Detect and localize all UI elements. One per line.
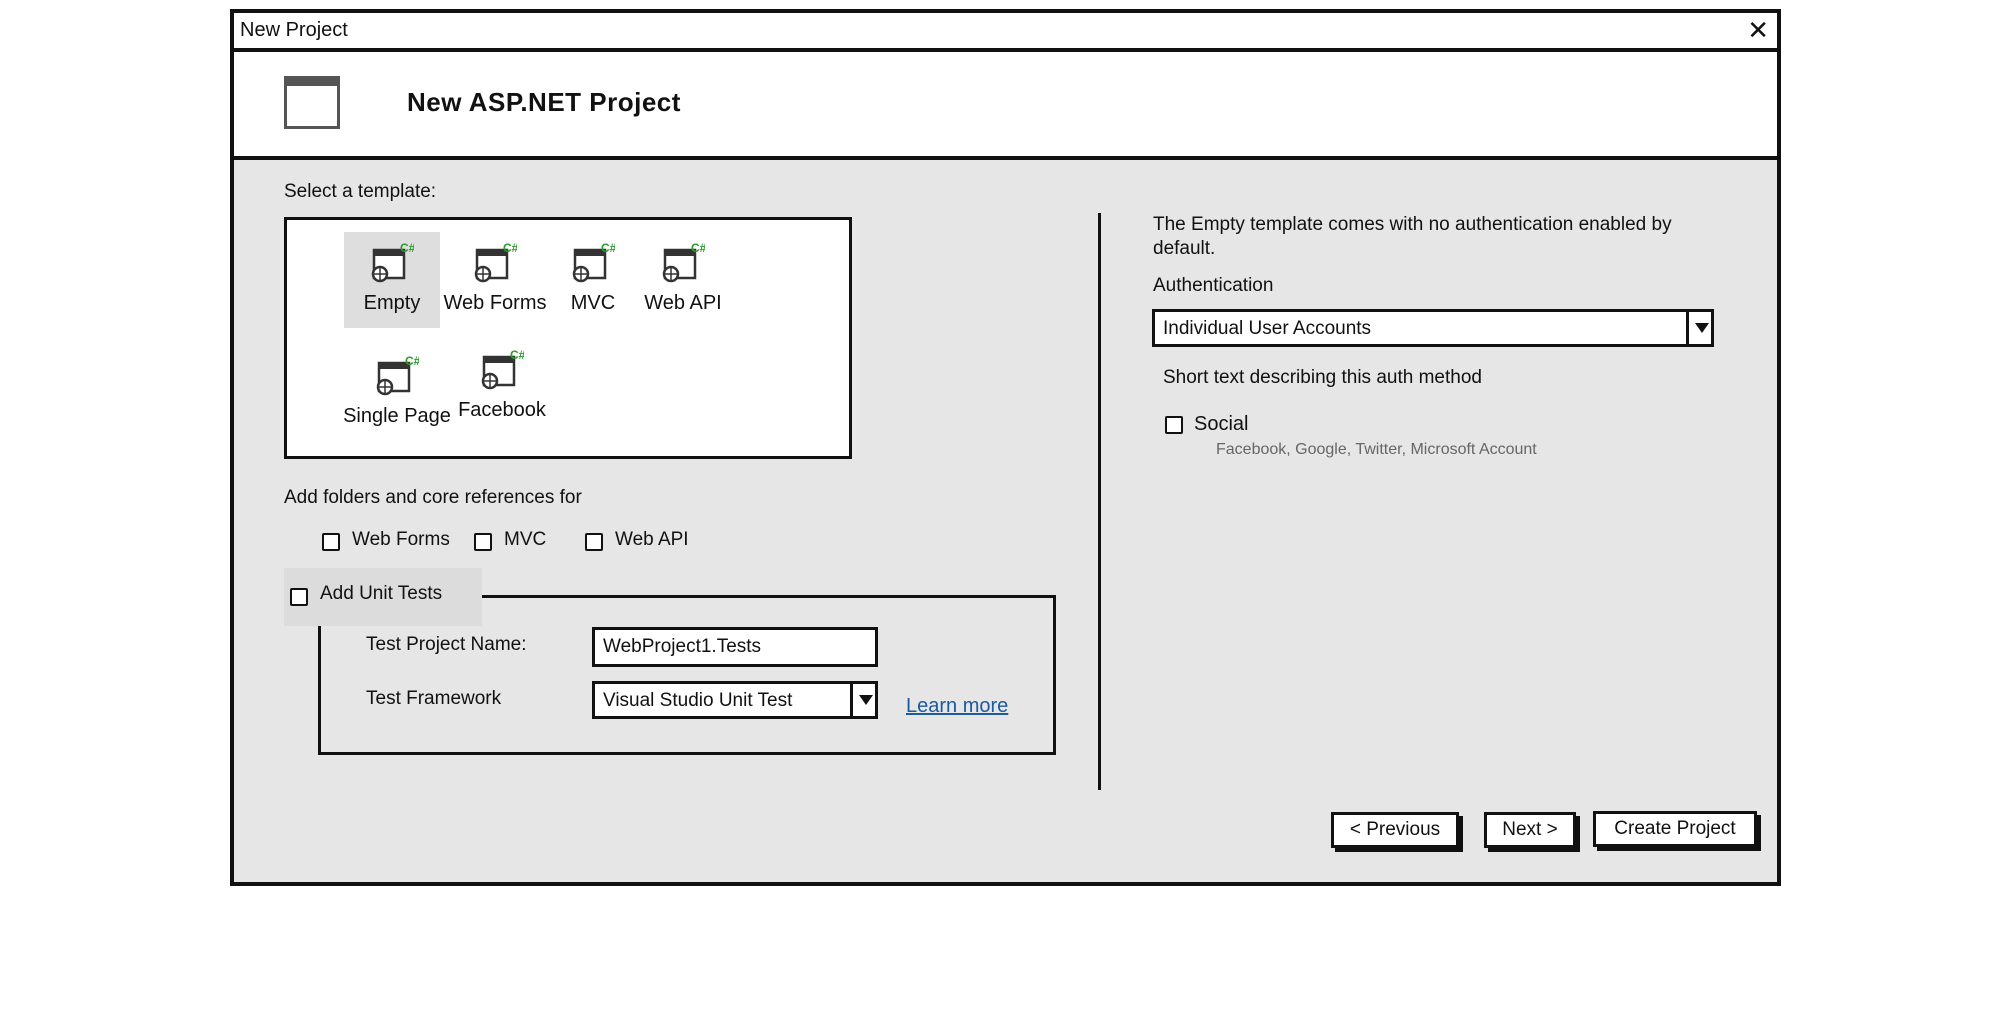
svg-text:C#: C# (503, 242, 517, 255)
template-item[interactable]: C# Single Page (343, 345, 451, 441)
mvc-checkbox[interactable] (474, 533, 492, 551)
close-icon[interactable]: ✕ (1747, 15, 1769, 46)
template-list: C# Empty C# Web Forms C# MVC C# Web API C# Single… (284, 217, 852, 459)
column-divider (1098, 213, 1101, 790)
authentication-label: Authentication (1153, 275, 1274, 296)
csharp-web-icon: C# (662, 242, 705, 283)
template-label: Select a template: (284, 181, 437, 202)
new-project-dialog: New Project ✕ New ASP.NET Project Select… (230, 9, 1781, 886)
test-framework-value: Visual Studio Unit Test (603, 690, 793, 711)
template-item[interactable]: C# Empty (344, 232, 440, 328)
test-project-name-label: Test Project Name: (366, 634, 527, 655)
dialog-title: New Project (240, 19, 348, 41)
title-bar: New Project ✕ (234, 13, 1777, 52)
previous-button[interactable]: < Previous (1331, 812, 1459, 848)
dialog-header: New ASP.NET Project (234, 52, 1777, 160)
window-icon (284, 76, 340, 129)
page-title: New ASP.NET Project (407, 87, 681, 117)
learn-more-link[interactable]: Learn more (906, 695, 1008, 718)
svg-text:C#: C# (405, 355, 419, 368)
csharp-web-icon: C# (371, 242, 414, 283)
folders-label: Add folders and core references for (284, 487, 582, 508)
web-forms-option-label: Web Forms (352, 529, 450, 550)
mvc-option-label: MVC (504, 529, 547, 550)
csharp-web-icon: C# (572, 242, 615, 283)
svg-text:C#: C# (510, 349, 524, 362)
csharp-web-icon: C# (481, 349, 524, 390)
add-unit-tests-checkbox[interactable] (290, 588, 308, 606)
authentication-select[interactable]: Individual User Accounts (1152, 309, 1714, 347)
next-button[interactable]: Next > (1484, 812, 1576, 848)
template-name: Facebook (458, 399, 546, 421)
svg-text:C#: C# (601, 242, 615, 255)
template-name: Web API (644, 292, 722, 314)
test-project-name-input[interactable]: WebProject1.Tests (592, 627, 878, 667)
csharp-web-icon: C# (376, 355, 419, 396)
web-api-checkbox[interactable] (585, 533, 603, 551)
csharp-web-icon: C# (474, 242, 517, 283)
template-item[interactable]: C# Facebook (454, 339, 550, 435)
create-project-button[interactable]: Create Project (1593, 811, 1757, 847)
template-item[interactable]: C# Web API (635, 232, 731, 328)
web-api-option-label: Web API (615, 529, 689, 550)
chevron-down-icon[interactable] (850, 681, 878, 719)
auth-method-text: Short text describing this auth method (1163, 367, 1482, 388)
svg-text:C#: C# (691, 242, 705, 255)
social-label: Social (1194, 413, 1249, 435)
authentication-value: Individual User Accounts (1163, 318, 1372, 339)
auth-description: The Empty template comes with no authent… (1153, 214, 1672, 259)
svg-text:C#: C# (400, 242, 414, 255)
test-framework-label: Test Framework (366, 688, 502, 709)
test-framework-select[interactable]: Visual Studio Unit Test (592, 681, 878, 719)
add-unit-tests-label: Add Unit Tests (320, 583, 443, 604)
chevron-down-icon[interactable] (1686, 309, 1714, 347)
social-checkbox[interactable] (1165, 416, 1183, 434)
web-forms-checkbox[interactable] (322, 533, 340, 551)
social-providers: Facebook, Google, Twitter, Microsoft Acc… (1216, 441, 1537, 458)
